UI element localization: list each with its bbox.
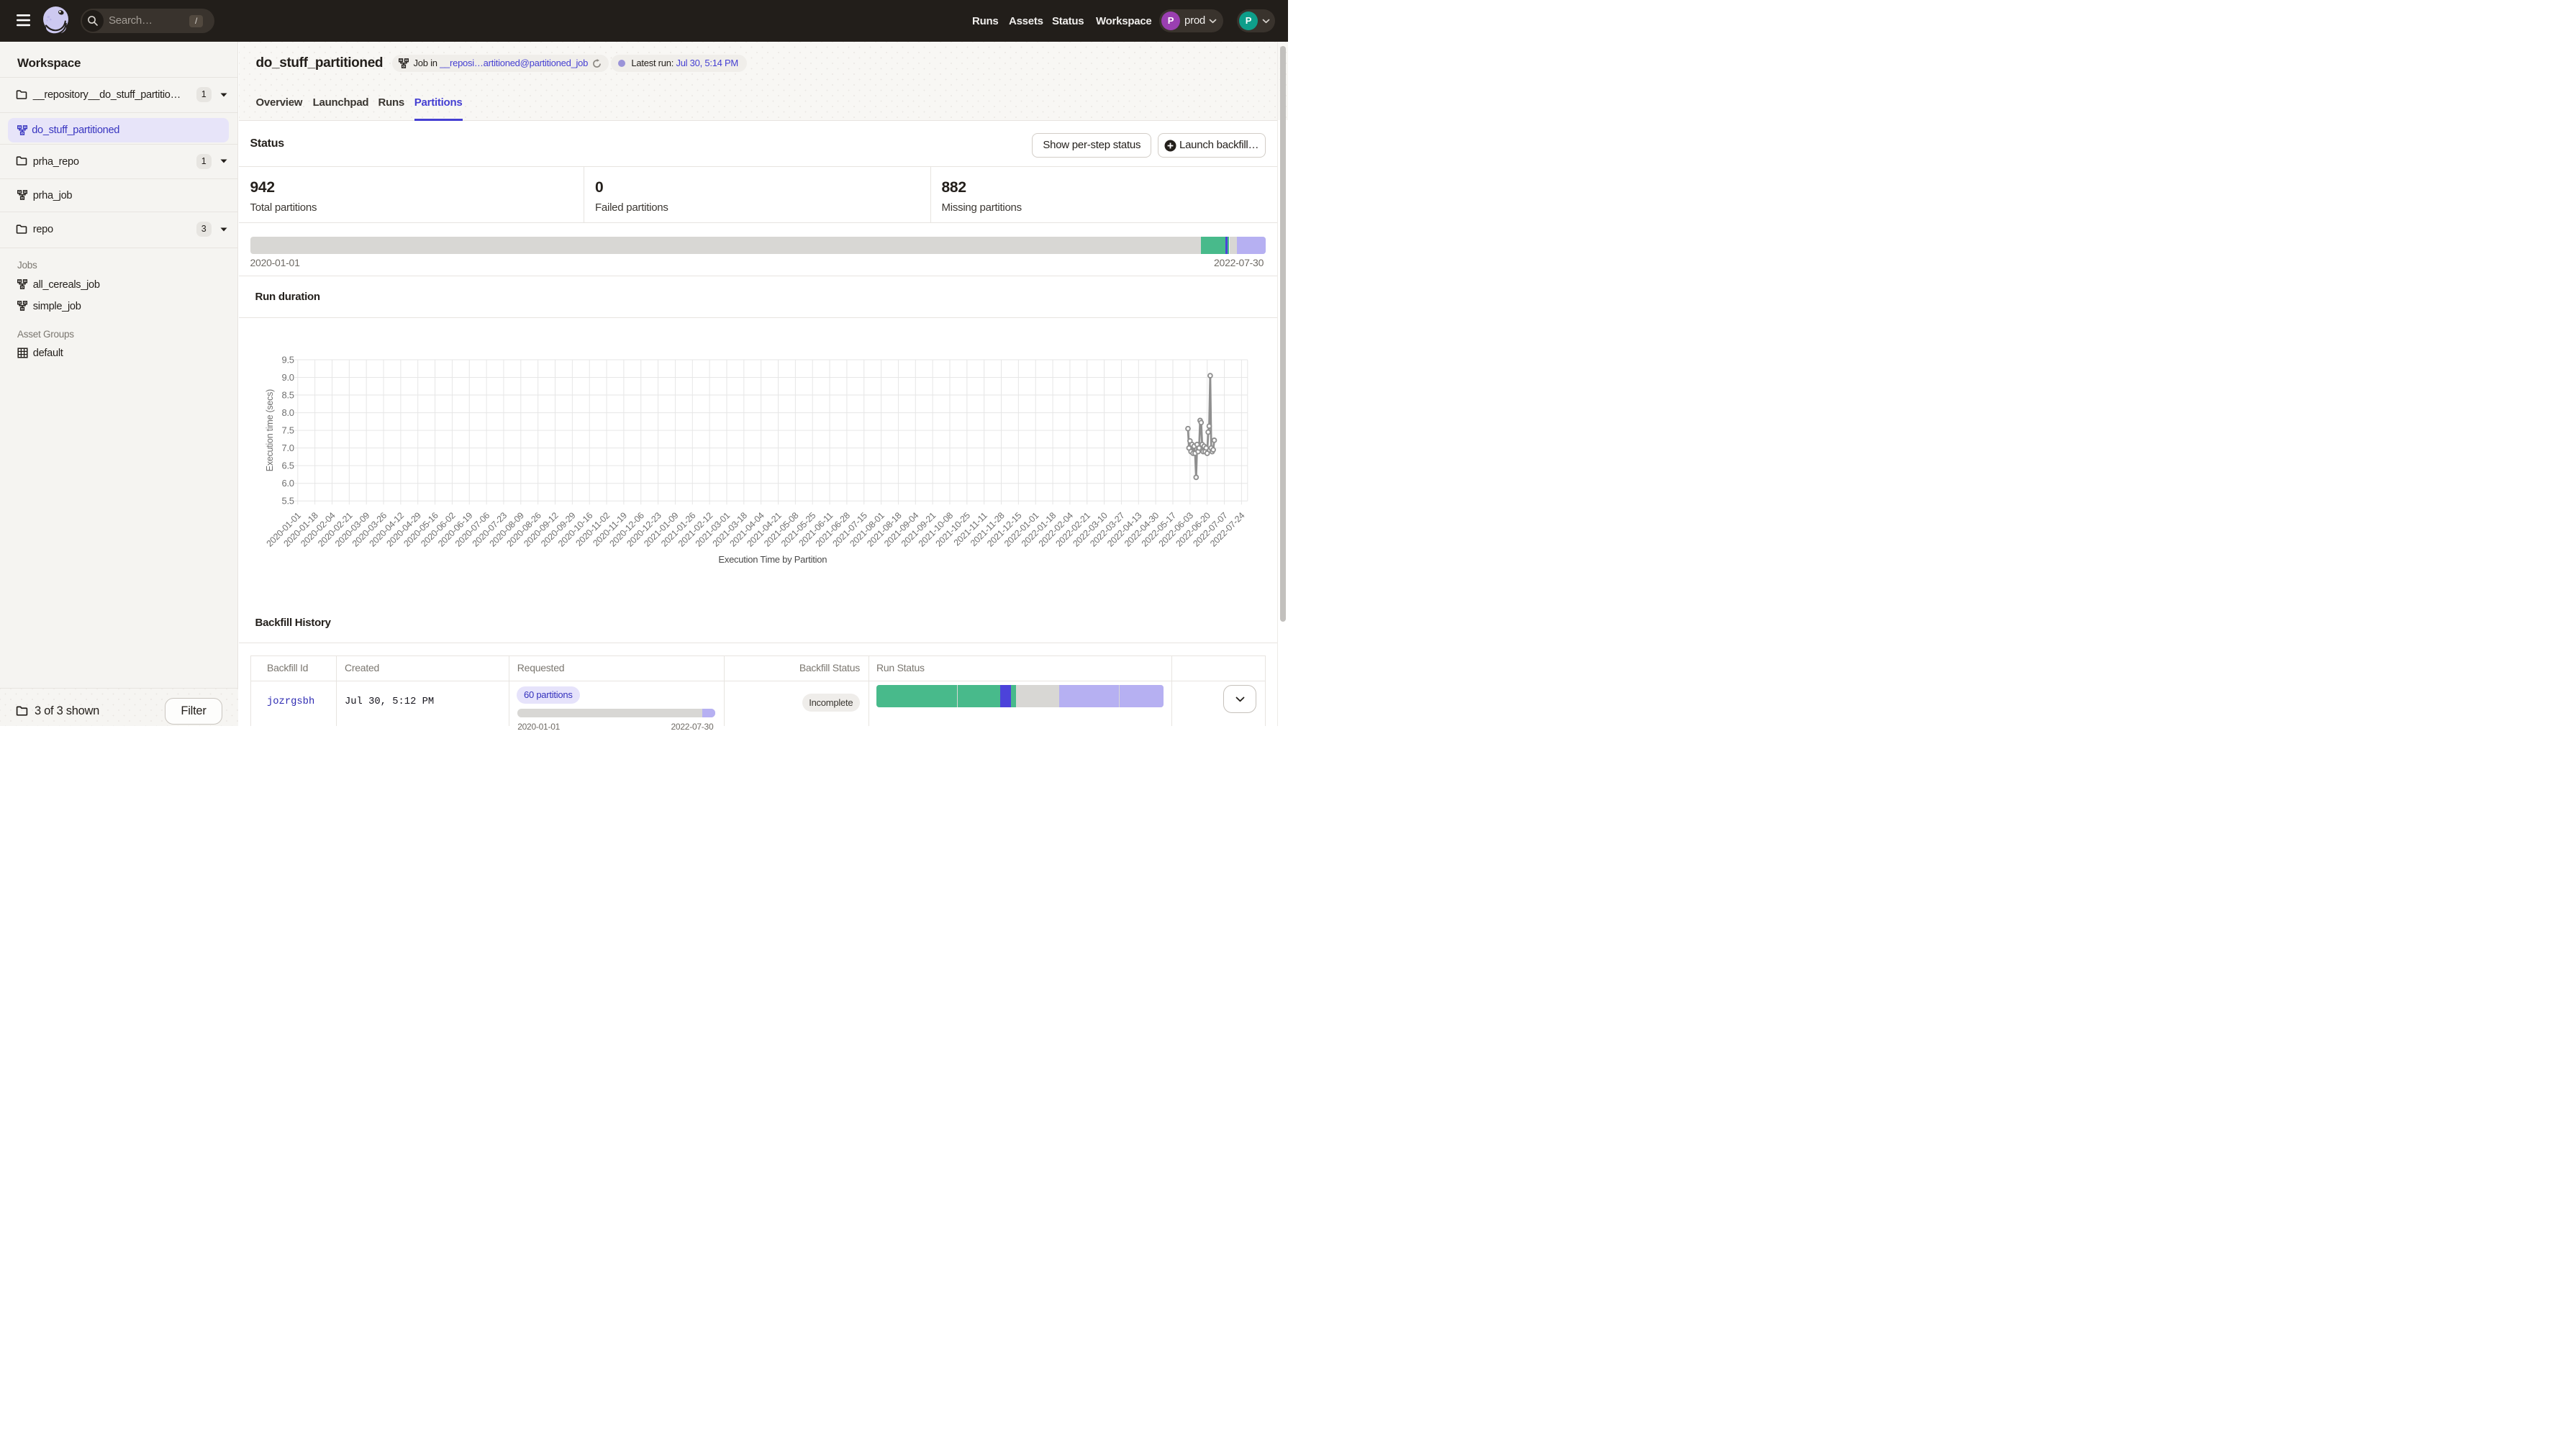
svg-text:7.5: 7.5	[281, 425, 294, 436]
svg-text:9.5: 9.5	[281, 355, 294, 366]
svg-text:8.5: 8.5	[281, 390, 294, 401]
svg-text:8.0: 8.0	[281, 407, 294, 418]
svg-text:5.5: 5.5	[281, 496, 294, 507]
svg-text:6.0: 6.0	[281, 478, 294, 489]
svg-text:Execution Time by Partition: Execution Time by Partition	[718, 554, 827, 565]
svg-text:9.0: 9.0	[281, 372, 294, 383]
svg-text:Execution time (secs): Execution time (secs)	[264, 389, 274, 471]
svg-text:6.5: 6.5	[281, 460, 294, 471]
svg-text:7.0: 7.0	[281, 443, 294, 453]
